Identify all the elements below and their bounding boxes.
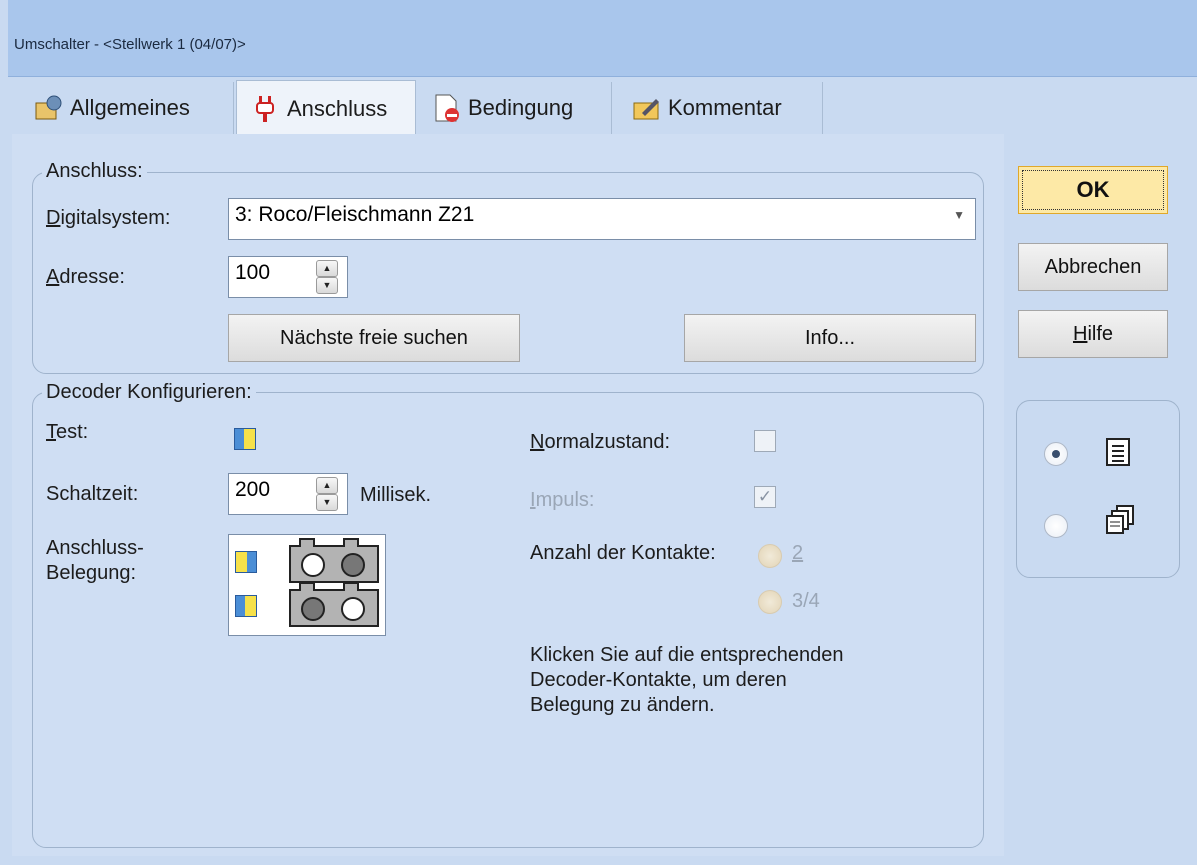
adresse-value: 100	[235, 261, 271, 284]
spin-down-icon[interactable]: ▼	[316, 277, 338, 294]
cancel-button[interactable]: Abbrechen	[1018, 243, 1168, 291]
kontakte-option-2-label: 2	[792, 542, 804, 564]
chevron-down-icon[interactable]: ▼	[953, 208, 965, 222]
adresse-spinner[interactable]: ▲ ▼	[316, 260, 338, 294]
spin-up-icon[interactable]: ▲	[316, 477, 338, 494]
tab-content-panel: Anschluss: Digitalsystem: 3: Roco/Fleisc…	[12, 134, 1004, 856]
contact-open-icon[interactable]	[341, 597, 365, 621]
info-button[interactable]: Info...	[684, 314, 976, 362]
digitalsystem-value: 3: Roco/Fleischmann Z21	[235, 203, 475, 226]
tab-label: Bedingung	[468, 95, 574, 120]
title-bar: Umschalter - <Stellwerk 1 (04/07)>	[8, 0, 1197, 77]
ok-button[interactable]: OK	[1018, 166, 1168, 214]
condition-icon	[432, 93, 462, 123]
list-view-icon	[1106, 438, 1132, 473]
hint-text-line3: Belegung zu ändern.	[530, 694, 715, 716]
kontakte-radio-2[interactable]	[758, 544, 782, 568]
anschluss-group-label: Anschluss:	[42, 160, 147, 183]
belegung-box	[228, 534, 386, 636]
dialog-window: Umschalter - <Stellwerk 1 (04/07)> Allge…	[0, 0, 1197, 865]
kontakte-radio-34[interactable]	[758, 590, 782, 614]
normalzustand-label-rest: ormalzustand:	[544, 431, 671, 453]
connector-1[interactable]	[289, 538, 379, 583]
digitalsystem-label: Digitalsystem:	[46, 207, 171, 229]
schaltzeit-value: 200	[235, 478, 271, 501]
spin-down-icon[interactable]: ▼	[316, 494, 338, 511]
next-free-button[interactable]: Nächste freie suchen	[228, 314, 520, 362]
contact-closed-icon[interactable]	[341, 553, 365, 577]
spin-up-icon[interactable]: ▲	[316, 260, 338, 277]
test-label: Test:	[46, 421, 89, 443]
help-label-rest: ilfe	[1087, 322, 1114, 345]
test-decoder-icon[interactable]	[234, 428, 256, 450]
hint-text-line2: Decoder-Kontakte, um deren	[530, 669, 787, 691]
view-list-radio[interactable]	[1044, 442, 1068, 466]
test-label-rest: est:	[56, 421, 89, 443]
tab-label: Kommentar	[668, 95, 782, 120]
contact-closed-icon[interactable]	[301, 597, 325, 621]
contact-open-icon[interactable]	[301, 553, 325, 577]
settings-icon	[34, 93, 64, 123]
impuls-label: Impuls:	[530, 489, 595, 511]
normalzustand-checkbox[interactable]	[754, 430, 776, 452]
impuls-checkbox[interactable]: ✓	[754, 486, 776, 508]
tab-allgemeines[interactable]: Allgemeines	[34, 82, 234, 134]
kontakte-label: Anzahl der Kontakte:	[530, 542, 716, 564]
decoder-group-label: Decoder Konfigurieren:	[42, 381, 256, 404]
help-button[interactable]: Hilfe	[1018, 310, 1168, 358]
normalzustand-label: Normalzustand:	[530, 431, 671, 453]
decoder-right-icon[interactable]	[235, 595, 257, 617]
tab-anschluss[interactable]: Anschluss	[236, 80, 416, 136]
comment-icon	[632, 93, 662, 123]
digitalsystem-label-rest: igitalsystem:	[60, 207, 171, 229]
hint-text-line1: Klicken Sie auf die entsprechenden	[530, 644, 844, 666]
digitalsystem-select[interactable]: 3: Roco/Fleischmann Z21 ▼	[228, 198, 976, 240]
plug-icon	[251, 94, 281, 124]
tab-label: Anschluss	[287, 95, 388, 121]
tab-label: Allgemeines	[70, 95, 190, 120]
window-title: Umschalter - <Stellwerk 1 (04/07)>	[14, 36, 246, 53]
belegung-label-line2: Belegung:	[46, 562, 137, 584]
schaltzeit-label: Schaltzeit:	[46, 483, 139, 505]
view-cascade-radio[interactable]	[1044, 514, 1068, 538]
belegung-label-line1: Anschluss-	[46, 537, 144, 559]
schaltzeit-spinner[interactable]: ▲ ▼	[316, 477, 338, 511]
connector-2[interactable]	[289, 582, 379, 627]
adresse-label: Adresse:	[46, 266, 125, 288]
schaltzeit-unit: Millisek.	[360, 484, 432, 506]
impuls-label-rest: mpuls:	[535, 489, 595, 511]
tab-kommentar[interactable]: Kommentar	[620, 82, 823, 134]
kontakte-option-34-label: 3/4	[792, 590, 820, 612]
decoder-group	[32, 392, 984, 848]
cascade-view-icon	[1106, 505, 1136, 540]
view-options-group	[1016, 400, 1180, 578]
adresse-label-rest: dresse:	[59, 266, 125, 288]
tab-bedingung[interactable]: Bedingung	[422, 82, 612, 134]
decoder-left-icon[interactable]	[235, 551, 257, 573]
